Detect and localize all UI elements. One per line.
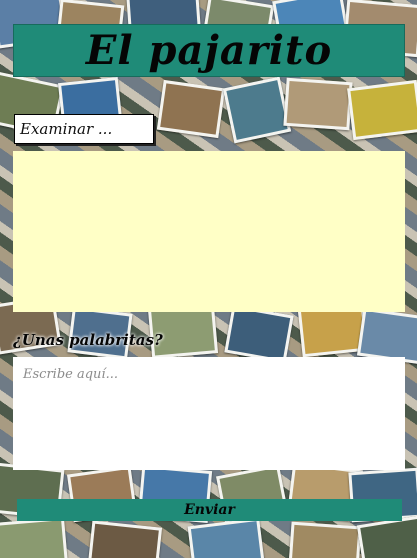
title-bar: El pajarito [13,24,405,77]
collage-photo [187,517,265,558]
image-preview-area [13,151,405,312]
collage-photo [347,79,417,141]
browse-file-button[interactable]: Examinar ... [14,114,154,144]
send-button[interactable]: Enviar [17,499,402,521]
collage-photo [0,516,68,558]
message-prompt-label: ¿Unas palabritas? [13,331,163,349]
page-title: El pajarito [85,27,333,74]
collage-photo [356,307,417,365]
collage-photo [288,521,362,558]
collage-photo [283,77,353,131]
collage-photo [222,76,292,144]
collage-photo [224,304,294,364]
collage-photo [87,520,163,558]
message-input[interactable] [13,357,405,470]
collage-photo [156,79,226,139]
collage-photo [356,515,417,558]
